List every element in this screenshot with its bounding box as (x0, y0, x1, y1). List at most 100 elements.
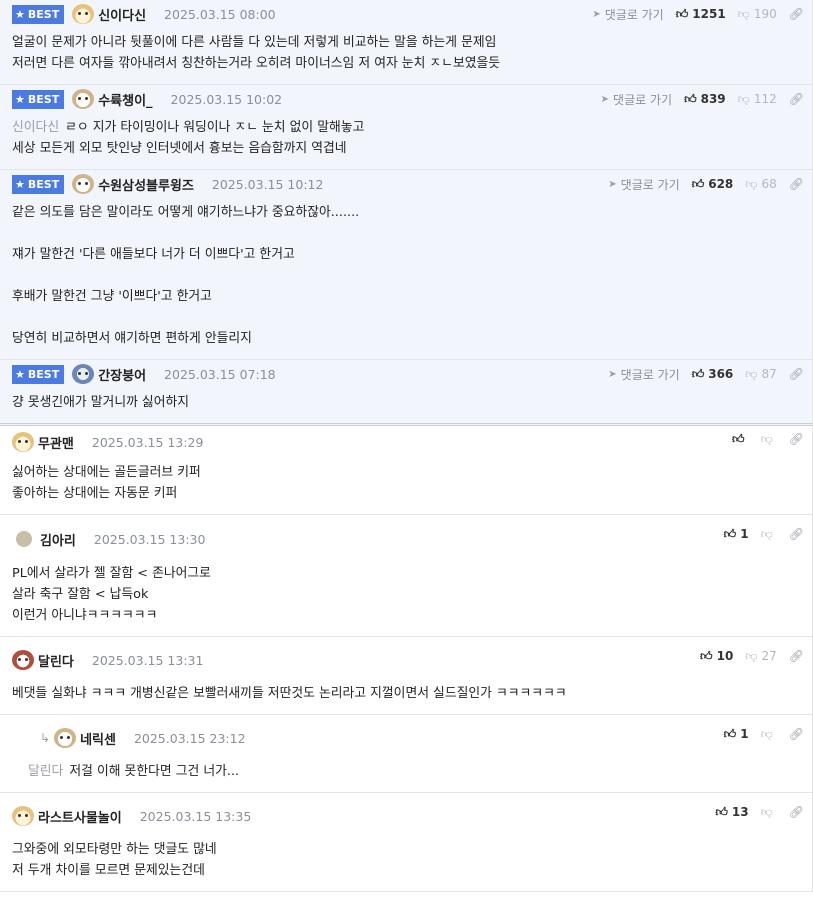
downvote-button[interactable]: 👎︎ (761, 805, 777, 820)
comment-header: 김아리 2025.03.15 13:30 👍︎ 1 👎︎ 🔗︎ (12, 515, 812, 559)
downvote-button[interactable]: 👎︎ (761, 727, 777, 742)
star-icon: ★ (15, 367, 25, 381)
nickname[interactable]: 수륙챙이_ (98, 90, 152, 109)
comment-body: 걍 못생긴애가 말거니까 싫어하지 (12, 395, 190, 410)
comment-body: 얼굴이 문제가 아니라 뒷풀이에 다른 사람들 다 있는데 저렇게 비교하는 말… (12, 35, 501, 71)
comment-date: 2025.03.15 23:12 (133, 730, 246, 746)
comment-date: 2025.03.15 07:18 (164, 366, 276, 382)
best-badge: ★ BEST (12, 4, 65, 24)
downvote-button[interactable]: 👎︎ 87 (745, 367, 776, 382)
link-icon[interactable]: 🔗︎ (789, 805, 804, 819)
comment-header: ★ BEST 간장붕어 2025.03.15 07:18 ➤ 댓글로 가기 👍︎ 36… (12, 360, 812, 388)
avatar[interactable] (12, 806, 34, 826)
link-icon[interactable]: 🔗︎ (789, 177, 804, 191)
downvote-button[interactable]: 👎︎ 27 (745, 649, 776, 664)
nickname[interactable]: 무관맨 (38, 433, 74, 452)
upvote-count: 1251 (692, 7, 726, 21)
reply-comment: ↳ 네릭센 2025.03.15 23:12 👍︎ 1 👎︎ 🔗︎ 달린다 저걸 이… (0, 715, 812, 793)
upvote-button[interactable]: 👍︎ 1 (724, 727, 749, 742)
best-badge: ★ BEST (12, 364, 65, 384)
comment-date: 2025.03.15 13:35 (139, 808, 252, 824)
goto-reply-link[interactable]: ➤ 댓글로 가기 (608, 366, 679, 383)
upvote-count: 839 (700, 92, 726, 106)
upvote-count: 1 (740, 527, 749, 541)
comment-body: 같은 의도를 담은 말이라도 어떻게 얘기하느냐가 중요하잖아....... 쟤… (12, 205, 360, 346)
thumbs-up-icon: 👍︎ (700, 648, 713, 663)
upvote-button[interactable]: 👍︎ 13 (715, 805, 748, 820)
comment-body: 베댓들 실화냐 ㅋㅋㅋ 개병신같은 보빨러새끼들 저딴것도 논리라고 지껄이면서… (12, 686, 567, 701)
thumbs-up-icon: 👍︎ (675, 6, 689, 21)
nickname[interactable]: 김아리 (40, 530, 76, 549)
comment-date: 2025.03.15 10:02 (170, 91, 283, 107)
avatar[interactable] (72, 364, 95, 384)
nickname[interactable]: 간장붕어 (98, 365, 146, 384)
nickname[interactable]: 네릭센 (80, 729, 116, 748)
avatar[interactable] (72, 174, 95, 194)
goto-reply-link[interactable]: ➤ 댓글로 가기 (601, 91, 672, 108)
upvote-button[interactable]: 👍︎ 1251 (676, 7, 726, 22)
link-icon[interactable]: 🔗︎ (789, 7, 804, 21)
nickname[interactable]: 신이다신 (98, 5, 146, 24)
downvote-button[interactable]: 👎︎ 112 (738, 92, 777, 107)
link-icon[interactable]: 🔗︎ (789, 432, 804, 446)
comment-header: ↳ 네릭센 2025.03.15 23:12 👍︎ 1 👎︎ 🔗︎ (12, 715, 812, 757)
link-icon[interactable]: 🔗︎ (789, 727, 804, 741)
comment-date: 2025.03.15 08:00 (164, 6, 276, 22)
arrow-icon: ➤ (592, 8, 601, 20)
comment-actions: ➤ 댓글로 가기 👍︎ 839 👎︎ 112 🔗︎ (601, 85, 804, 113)
avatar[interactable] (72, 89, 95, 109)
comment-header: ★ BEST 수륙챙이_ 2025.03.15 10:02 ➤ 댓글로 가기 👍︎ 8… (12, 85, 812, 113)
thumbs-up-icon: 👍︎ (684, 91, 697, 106)
comment-header: 무관맨 2025.03.15 13:29 👍︎ 👎︎ 🔗︎ (12, 426, 812, 458)
thumbs-down-icon: 👎︎ (737, 6, 750, 21)
thumbs-up-icon: 👍︎ (715, 804, 728, 819)
downvote-count: 68 (761, 177, 777, 191)
arrow-icon: ➤ (608, 178, 617, 190)
upvote-button[interactable]: 👍︎ 10 (700, 649, 733, 664)
thumbs-down-icon: 👎︎ (737, 91, 750, 106)
upvote-count: 366 (708, 367, 734, 381)
reply-arrow-icon: ↳ (40, 731, 51, 745)
upvote-button[interactable]: 👍︎ (732, 432, 749, 447)
upvote-button[interactable]: 👍︎ 839 (684, 92, 726, 107)
downvote-count: 112 (753, 92, 777, 106)
downvote-button[interactable]: 👎︎ 68 (745, 177, 776, 192)
upvote-button[interactable]: 👍︎ 366 (692, 367, 734, 382)
thumbs-up-icon: 👍︎ (691, 366, 705, 381)
avatar[interactable] (12, 432, 34, 452)
goto-reply-link[interactable]: ➤ 댓글로 가기 (608, 176, 679, 193)
mention-link[interactable]: 신이다신 (12, 120, 59, 135)
upvote-button[interactable]: 👍︎ 1 (724, 527, 749, 542)
downvote-button[interactable]: 👎︎ (761, 527, 777, 542)
upvote-count: 13 (731, 805, 749, 819)
avatar[interactable] (12, 650, 34, 670)
avatar[interactable] (16, 531, 32, 547)
thumbs-down-icon: 👎︎ (760, 804, 773, 819)
nickname[interactable]: 수원삼성블루윙즈 (98, 175, 194, 194)
thumbs-down-icon: 👎︎ (745, 366, 758, 381)
mention-link[interactable]: 달린다 (28, 764, 63, 779)
downvote-button[interactable]: 👎︎ (761, 432, 777, 447)
link-icon[interactable]: 🔗︎ (789, 649, 804, 663)
avatar[interactable] (72, 4, 95, 24)
link-icon[interactable]: 🔗︎ (789, 367, 804, 381)
upvote-button[interactable]: 👍︎ 628 (692, 177, 734, 192)
comment-actions: 👍︎ 10 👎︎ 27 🔗︎ (700, 637, 804, 675)
downvote-button[interactable]: 👎︎ 190 (738, 7, 777, 22)
comment: 무관맨 2025.03.15 13:29 👍︎ 👎︎ 🔗︎ 싫어하는 상대에는 … (0, 426, 812, 515)
comment-best-2: ★ BEST 수륙챙이_ 2025.03.15 10:02 ➤ 댓글로 가기 👍︎ 8… (0, 85, 812, 170)
downvote-count: 190 (753, 7, 777, 21)
thumbs-down-icon: 👎︎ (760, 526, 773, 541)
nickname[interactable]: 달린다 (38, 651, 74, 670)
comment-date: 2025.03.15 13:30 (93, 531, 206, 547)
avatar[interactable] (54, 728, 77, 748)
nickname[interactable]: 라스트사물놀이 (38, 807, 122, 826)
link-icon[interactable]: 🔗︎ (789, 527, 804, 541)
comment-actions: ➤ 댓글로 가기 👍︎ 366 👎︎ 87 🔗︎ (608, 360, 804, 388)
goto-reply-link[interactable]: ➤ 댓글로 가기 (592, 6, 663, 23)
star-icon: ★ (15, 7, 25, 21)
comment-actions: ➤ 댓글로 가기 👍︎ 628 👎︎ 68 🔗︎ (608, 170, 804, 198)
comment-header: ★ BEST 신이다신 2025.03.15 08:00 ➤ 댓글로 가기 👍︎ 12… (12, 0, 812, 28)
comment-list: ★ BEST 신이다신 2025.03.15 08:00 ➤ 댓글로 가기 👍︎ 12… (0, 0, 813, 892)
link-icon[interactable]: 🔗︎ (789, 92, 804, 106)
